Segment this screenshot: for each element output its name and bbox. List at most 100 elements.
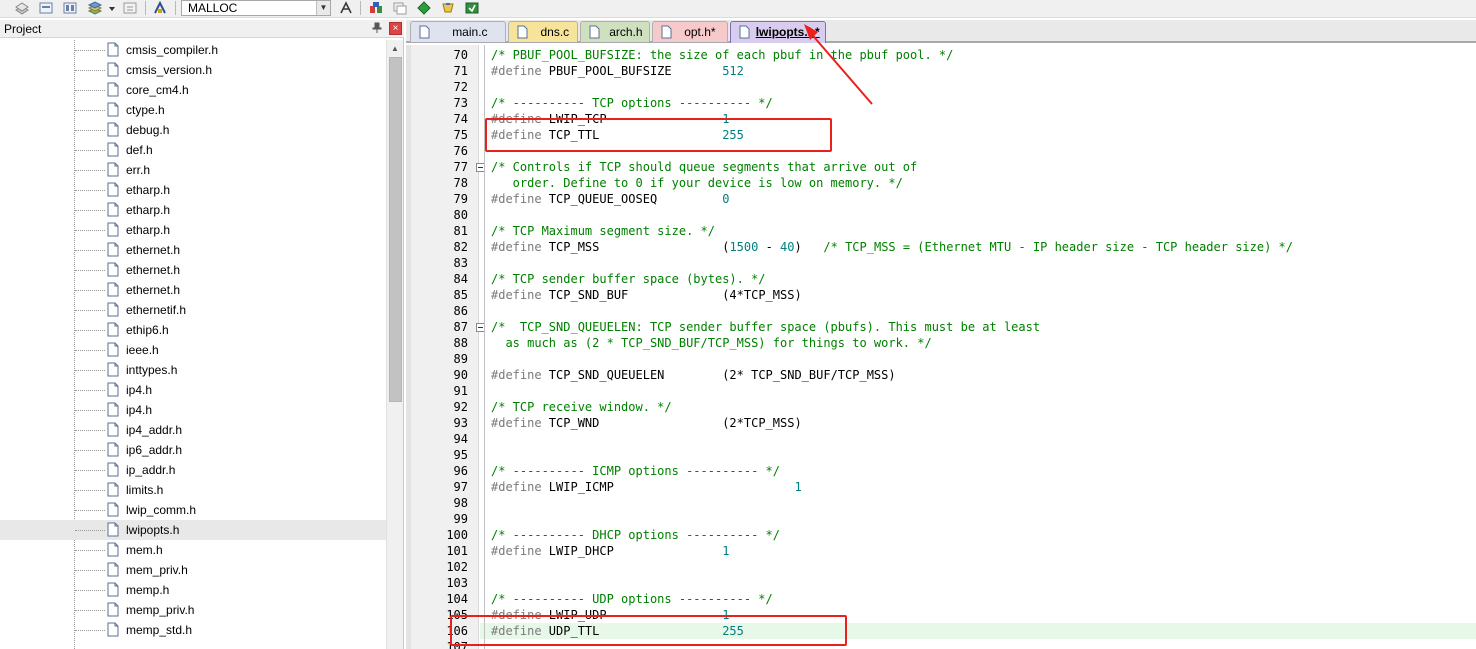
code-token-pre: #define: [491, 288, 542, 302]
tree-file-item[interactable]: memp_std.h: [0, 620, 386, 640]
stack-icon[interactable]: [87, 1, 103, 15]
tab-opt-h[interactable]: opt.h*: [652, 21, 728, 42]
code-line[interactable]: 87 /* TCP_SND_QUEUELEN: TCP sender buffer…: [454, 319, 1476, 335]
code-token-expr: (4*TCP_MSS): [722, 288, 802, 302]
code-line[interactable]: 100 /* ---------- DHCP options ----------…: [446, 527, 1476, 543]
project-panel-header: Project ×: [0, 20, 404, 38]
code-line[interactable]: 103: [446, 575, 1476, 591]
code-line[interactable]: 81 /* TCP Maximum segment size. */: [454, 223, 1476, 239]
tree-file-item[interactable]: ethip6.h: [0, 320, 386, 340]
tree-file-item[interactable]: mem.h: [0, 540, 386, 560]
tree-file-item[interactable]: ip4.h: [0, 380, 386, 400]
tree-file-item[interactable]: inttypes.h: [0, 360, 386, 380]
code-text: #define TCP_SND_QUEUELEN (2* TCP_SND_BUF…: [491, 367, 896, 383]
options-icon[interactable]: [338, 1, 354, 15]
code-line[interactable]: 79 #define TCP_QUEUE_OOSEQ 0: [454, 191, 1476, 207]
tree-file-item[interactable]: lwipopts.h: [0, 520, 386, 540]
tree-file-item[interactable]: ieee.h: [0, 340, 386, 360]
line-number: 96: [453, 464, 468, 478]
tab-main-c[interactable]: main.c: [410, 21, 506, 42]
code-line[interactable]: 84 /* TCP sender buffer space (bytes). */: [454, 271, 1476, 287]
code-line[interactable]: 104 /* ---------- UDP options ---------- …: [446, 591, 1476, 607]
code-line[interactable]: 73 /* ---------- TCP options ---------- *…: [454, 95, 1476, 111]
tree-file-item[interactable]: debug.h: [0, 120, 386, 140]
code-line[interactable]: 93 #define TCP_WND (2*TCP_MSS): [454, 415, 1476, 431]
code-line[interactable]: 80: [454, 207, 1476, 223]
tree-file-label: memp_std.h: [126, 623, 193, 637]
code-line[interactable]: 94: [454, 431, 1476, 447]
tree-file-item[interactable]: def.h: [0, 140, 386, 160]
tree-file-item[interactable]: ctype.h: [0, 100, 386, 120]
code-line[interactable]: 86: [454, 303, 1476, 319]
code-line[interactable]: 77 /* Controls if TCP should queue segmen…: [454, 159, 1476, 175]
tree-file-item[interactable]: etharp.h: [0, 220, 386, 240]
code-line[interactable]: 92 /* TCP receive window. */: [454, 399, 1476, 415]
header-file-icon: [107, 622, 119, 637]
code-line[interactable]: 102: [446, 559, 1476, 575]
code-line[interactable]: 82 #define TCP_MSS (1500 - 40) /* TCP_MSS…: [454, 239, 1476, 255]
chevron-down-icon[interactable]: ▼: [316, 1, 330, 15]
code-line[interactable]: 78 order. Define to 0 if your device is …: [454, 175, 1476, 191]
code-line[interactable]: 99: [454, 511, 1476, 527]
code-line[interactable]: 71 #define PBUF_POOL_BUFSIZE 512: [454, 63, 1476, 79]
code-line[interactable]: 70 /* PBUF_POOL_BUFSIZE: the size of each…: [454, 47, 1476, 63]
tab-arch-h[interactable]: arch.h: [580, 21, 650, 42]
code-token-name: TCP_SND_BUF: [541, 288, 723, 302]
dropdown-icon[interactable]: [104, 1, 115, 15]
code-token-name: PBUF_POOL_BUFSIZE: [541, 64, 723, 78]
code-line[interactable]: 90 #define TCP_SND_QUEUELEN (2* TCP_SND_B…: [454, 367, 1476, 383]
tree-file-item[interactable]: etharp.h: [0, 200, 386, 220]
tree-file-item[interactable]: memp.h: [0, 580, 386, 600]
close-icon[interactable]: ×: [389, 22, 402, 35]
code-line[interactable]: 95: [454, 447, 1476, 463]
tree-file-item[interactable]: err.h: [0, 160, 386, 180]
tree-file-item[interactable]: ip6_addr.h: [0, 440, 386, 460]
pack-icon[interactable]: [440, 1, 456, 15]
file-icon: [419, 25, 430, 39]
tree-file-item[interactable]: cmsis_version.h: [0, 60, 386, 80]
copy-icon[interactable]: [392, 1, 408, 15]
diamond-icon[interactable]: [416, 1, 432, 15]
code-line[interactable]: 101 #define LWIP_DHCP 1: [446, 543, 1476, 559]
tree-file-item[interactable]: mem_priv.h: [0, 560, 386, 580]
tree-file-item[interactable]: etharp.h: [0, 180, 386, 200]
tab-dns-c[interactable]: dns.c: [508, 21, 578, 42]
build-icon[interactable]: [38, 1, 54, 15]
install-icon[interactable]: [464, 1, 480, 15]
tree-file-item[interactable]: ip_addr.h: [0, 460, 386, 480]
code-line[interactable]: 72: [454, 79, 1476, 95]
rebuild-icon[interactable]: [14, 1, 30, 15]
tree-file-item[interactable]: core_cm4.h: [0, 80, 386, 100]
download-icon[interactable]: [122, 1, 138, 15]
code-line[interactable]: 85 #define TCP_SND_BUF (4*TCP_MSS): [454, 287, 1476, 303]
header-file-icon: [107, 102, 119, 117]
tree-file-item[interactable]: ethernetif.h: [0, 300, 386, 320]
tree-file-item[interactable]: ethernet.h: [0, 240, 386, 260]
pin-icon[interactable]: [371, 22, 383, 34]
code-line[interactable]: 96 /* ---------- ICMP options ---------- …: [454, 463, 1476, 479]
line-number: 82: [453, 240, 468, 254]
tree-file-item[interactable]: ip4.h: [0, 400, 386, 420]
tree-file-item[interactable]: limits.h: [0, 480, 386, 500]
code-line[interactable]: 98: [454, 495, 1476, 511]
tree-file-item[interactable]: ethernet.h: [0, 260, 386, 280]
header-file-icon: [107, 562, 119, 577]
code-line[interactable]: 83: [454, 255, 1476, 271]
header-file-icon: [107, 262, 119, 277]
code-token-comment: /* ---------- UDP options ---------- */: [491, 592, 773, 606]
manage-icon[interactable]: [368, 1, 384, 15]
tree-file-item[interactable]: ip4_addr.h: [0, 420, 386, 440]
target-options-icon[interactable]: [152, 1, 168, 15]
tree-file-item[interactable]: cmsis_compiler.h: [0, 40, 386, 60]
tree-file-label: cmsis_compiler.h: [126, 43, 219, 57]
tree-file-item[interactable]: memp_priv.h: [0, 600, 386, 620]
code-line[interactable]: 89: [454, 351, 1476, 367]
tree-file-item[interactable]: lwip_comm.h: [0, 500, 386, 520]
code-line[interactable]: 88 as much as (2 * TCP_SND_BUF/TCP_MSS) …: [454, 335, 1476, 351]
target-select[interactable]: MALLOC ▼: [181, 0, 331, 16]
tree-file-item[interactable]: ethernet.h: [0, 280, 386, 300]
batch-build-icon[interactable]: [62, 1, 78, 15]
code-line[interactable]: 91: [454, 383, 1476, 399]
tree-file-label: lwip_comm.h: [126, 503, 197, 517]
code-line[interactable]: 97 #define LWIP_ICMP 1: [454, 479, 1476, 495]
